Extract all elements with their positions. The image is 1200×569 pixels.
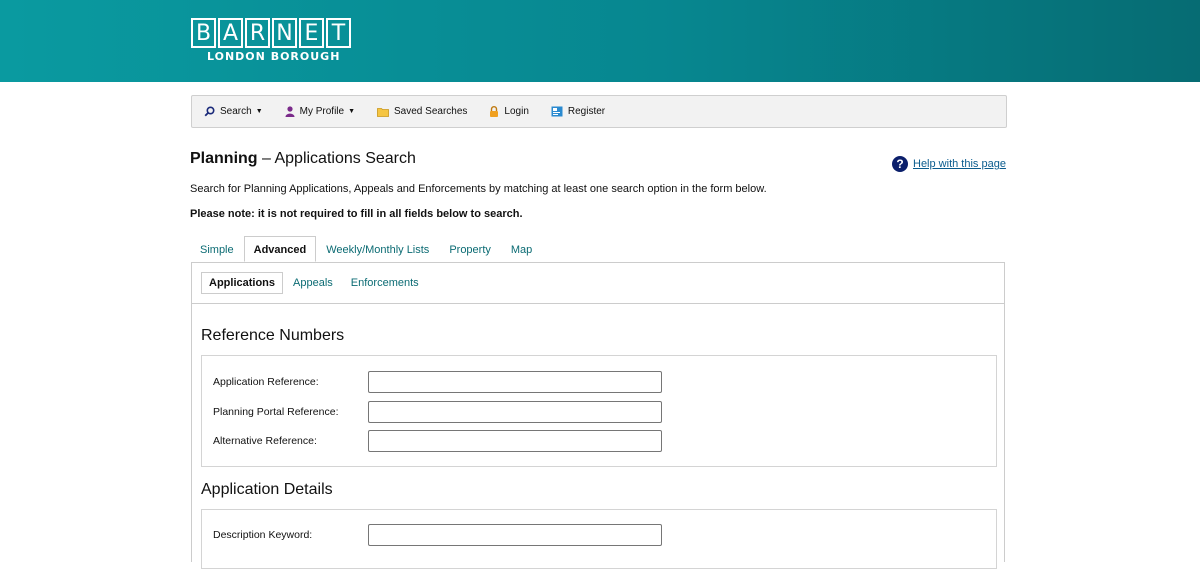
logo-letter: E <box>299 18 324 48</box>
page-title-bold: Planning <box>190 150 258 167</box>
nav-search-label: Search <box>220 106 252 117</box>
description-keyword-input[interactable] <box>368 524 662 546</box>
tab-weekly-monthly-lists[interactable]: Weekly/Monthly Lists <box>316 236 439 262</box>
logo-letter: T <box>326 18 351 48</box>
tab-map[interactable]: Map <box>501 236 542 262</box>
barnet-logo[interactable]: B A R N E T LONDON BOROUGH <box>191 18 351 63</box>
planning-portal-reference-input[interactable] <box>368 401 662 423</box>
help-link[interactable]: Help with this page <box>913 158 1006 170</box>
masthead: B A R N E T LONDON BOROUGH <box>0 0 1200 82</box>
help-link-group[interactable]: ? Help with this page <box>892 156 1006 172</box>
section-title-application-details: Application Details <box>201 481 333 498</box>
nav-my-profile-menu[interactable]: My Profile ▼ <box>285 106 355 117</box>
intro-text: Search for Planning Applications, Appeal… <box>190 183 767 195</box>
logo-letter: N <box>272 18 297 48</box>
description-keyword-label: Description Keyword: <box>213 529 313 541</box>
nav-register-label: Register <box>567 106 606 117</box>
logo-letter: A <box>218 18 243 48</box>
logo-wordmark: B A R N E T <box>191 18 351 48</box>
section-title-reference-numbers: Reference Numbers <box>201 327 345 344</box>
search-subtabs: Applications Appeals Enforcements <box>192 263 1004 304</box>
lock-icon <box>489 106 499 117</box>
field-row-planning-portal-reference: Planning Portal Reference: <box>213 401 662 423</box>
logo-letter: R <box>245 18 270 48</box>
help-icon: ? <box>892 156 908 172</box>
logo-subtitle: LONDON BOROUGH <box>207 50 341 63</box>
person-icon <box>285 106 295 117</box>
tab-property[interactable]: Property <box>439 236 501 262</box>
field-row-description-keyword: Description Keyword: <box>213 524 662 546</box>
folder-icon <box>377 107 389 117</box>
search-tabs: Simple Advanced Weekly/Monthly Lists Pro… <box>190 236 542 262</box>
application-reference-label: Application Reference: <box>213 376 319 388</box>
application-reference-input[interactable] <box>368 371 662 393</box>
subtab-enforcements[interactable]: Enforcements <box>343 272 427 294</box>
advanced-search-panel: Applications Appeals Enforcements Refere… <box>191 262 1005 569</box>
alternative-reference-label: Alternative Reference: <box>213 435 317 447</box>
nav-login-label: Login <box>504 106 529 117</box>
nav-login[interactable]: Login <box>489 106 529 117</box>
subtab-applications[interactable]: Applications <box>201 272 284 294</box>
top-navbar: Search ▼ My Profile ▼ Saved Searches Log… <box>191 95 1007 128</box>
field-row-application-reference: Application Reference: <box>213 371 662 393</box>
nav-register[interactable]: Register <box>551 106 605 117</box>
tab-simple[interactable]: Simple <box>190 236 244 262</box>
tab-advanced[interactable]: Advanced <box>243 236 317 262</box>
reference-numbers-fieldset: Application Reference: Planning Portal R… <box>201 355 997 467</box>
page-title: Planning – Applications Search <box>190 150 416 168</box>
subtab-appeals[interactable]: Appeals <box>285 272 341 294</box>
register-icon <box>551 106 563 117</box>
alternative-reference-input[interactable] <box>368 430 662 452</box>
field-row-alternative-reference: Alternative Reference: <box>213 430 662 452</box>
chevron-down-icon: ▼ <box>348 108 356 115</box>
application-details-fieldset: Description Keyword: <box>201 509 997 569</box>
note-text: Please note: it is not required to fill … <box>190 208 523 220</box>
nav-saved-searches[interactable]: Saved Searches <box>377 106 467 117</box>
search-icon <box>204 106 215 117</box>
planning-portal-reference-label: Planning Portal Reference: <box>213 406 339 418</box>
nav-saved-searches-label: Saved Searches <box>394 106 468 117</box>
chevron-down-icon: ▼ <box>255 108 263 115</box>
logo-letter: B <box>191 18 216 48</box>
nav-search-menu[interactable]: Search ▼ <box>204 106 263 117</box>
page-title-rest: – Applications Search <box>257 150 416 167</box>
nav-my-profile-label: My Profile <box>299 106 345 117</box>
